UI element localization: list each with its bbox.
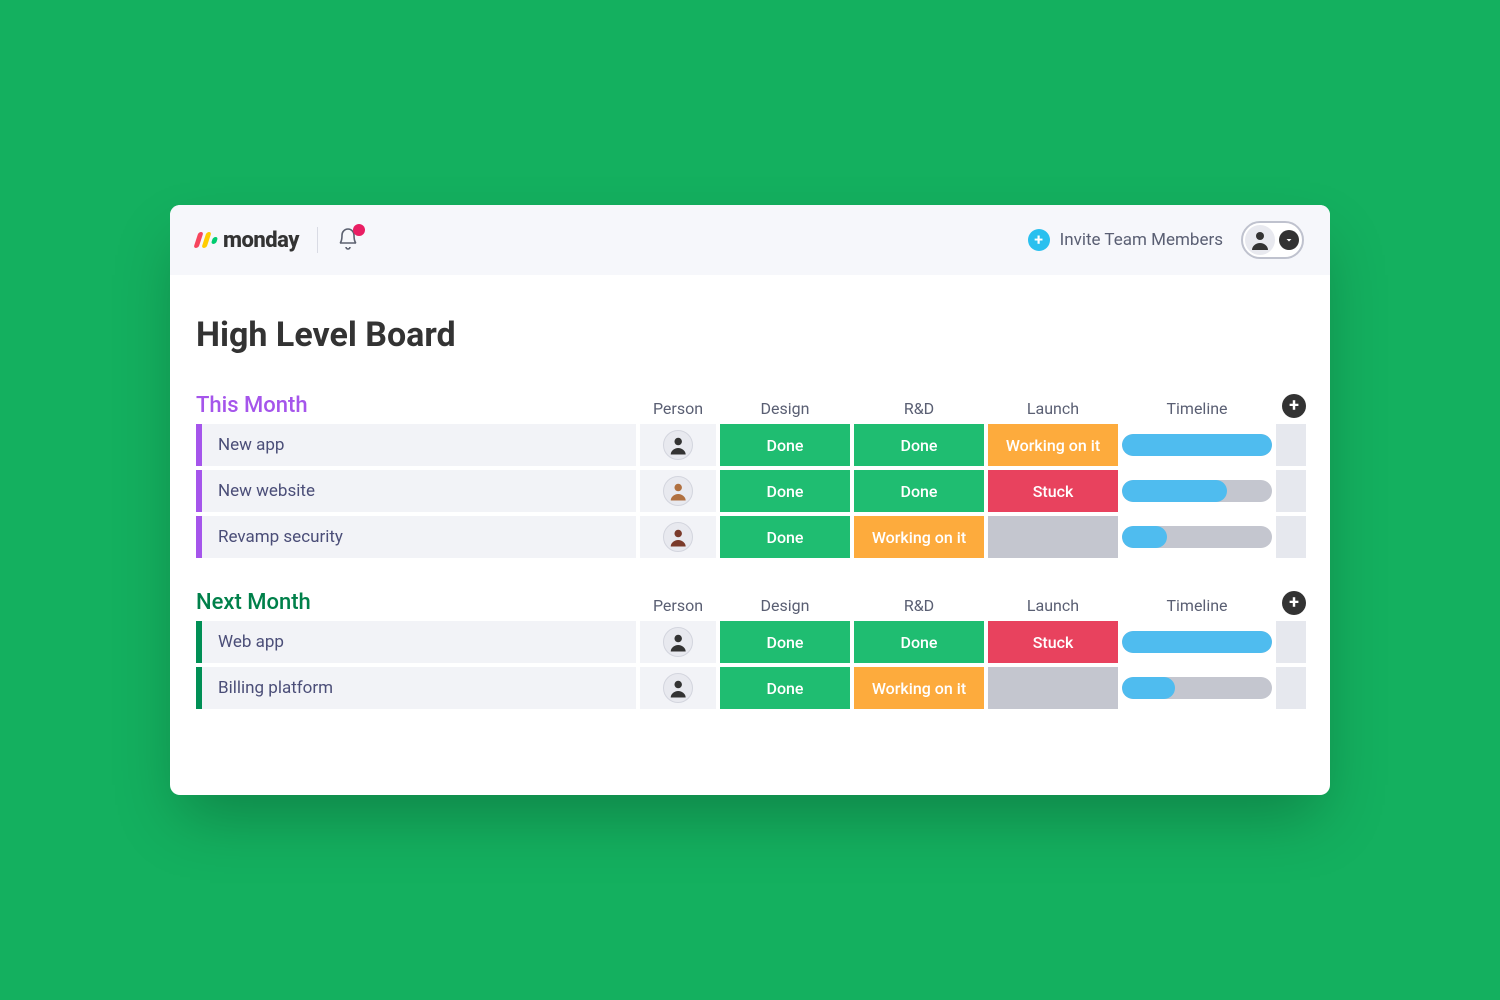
row-end [1276,516,1306,558]
person-avatar-icon [663,430,693,460]
add-column-button[interactable]: + [1282,591,1306,615]
app-window: monday + Invite Team Members [170,205,1330,795]
status-launch[interactable] [988,516,1118,558]
notification-dot-icon [353,224,365,236]
group-this-month: This Month Person Design R&D Launch Time… [196,393,1304,558]
timeline-fill [1122,526,1167,548]
timeline-cell[interactable] [1122,470,1272,512]
group-next-month: Next Month Person Design R&D Launch Time… [196,590,1304,709]
status-launch[interactable]: Working on it [988,424,1118,466]
group-title[interactable]: This Month [196,393,636,418]
invite-label: Invite Team Members [1060,230,1223,250]
person-avatar-icon [663,673,693,703]
logo-text: monday [223,228,299,253]
column-header-timeline[interactable]: Timeline [1122,399,1272,418]
person-avatar-icon [663,522,693,552]
status-design[interactable]: Done [720,470,850,512]
status-launch[interactable]: Stuck [988,470,1118,512]
table-row: Billing platform Done Working on it [196,667,1304,709]
add-column-button[interactable]: + [1282,394,1306,418]
column-header-design[interactable]: Design [720,596,850,615]
group-header: Next Month Person Design R&D Launch Time… [196,590,1304,621]
column-header-person[interactable]: Person [640,399,716,418]
board-body: High Level Board This Month Person Desig… [170,275,1330,795]
person-cell[interactable] [640,621,716,663]
header-divider [317,227,318,253]
row-end [1276,470,1306,512]
column-header-person[interactable]: Person [640,596,716,615]
notifications-button[interactable] [336,227,362,253]
row-end [1276,621,1306,663]
invite-team-button[interactable]: + Invite Team Members [1028,229,1223,251]
status-design[interactable]: Done [720,667,850,709]
timeline-fill [1122,677,1175,699]
timeline-fill [1122,480,1227,502]
logo[interactable]: monday [196,228,299,253]
column-header-rnd[interactable]: R&D [854,399,984,418]
table-row: Revamp security Done Working on it [196,516,1304,558]
status-rnd[interactable]: Working on it [854,516,984,558]
column-header-launch[interactable]: Launch [988,399,1118,418]
column-header-timeline[interactable]: Timeline [1122,596,1272,615]
row-end [1276,424,1306,466]
item-name-cell[interactable]: Billing platform [196,667,636,709]
person-cell[interactable] [640,516,716,558]
status-rnd[interactable]: Done [854,424,984,466]
user-menu[interactable] [1241,221,1304,259]
timeline-cell[interactable] [1122,667,1272,709]
person-avatar-icon [663,627,693,657]
column-header-rnd[interactable]: R&D [854,596,984,615]
group-title[interactable]: Next Month [196,590,636,615]
status-rnd[interactable]: Done [854,621,984,663]
group-header: This Month Person Design R&D Launch Time… [196,393,1304,424]
status-design[interactable]: Done [720,424,850,466]
status-launch[interactable] [988,667,1118,709]
logo-icon [196,232,217,248]
person-cell[interactable] [640,470,716,512]
person-avatar-icon [663,476,693,506]
table-row: New website Done Done Stuck [196,470,1304,512]
column-header-design[interactable]: Design [720,399,850,418]
status-design[interactable]: Done [720,621,850,663]
status-design[interactable]: Done [720,516,850,558]
item-name-cell[interactable]: New website [196,470,636,512]
table-row: New app Done Done Working on it [196,424,1304,466]
page-title: High Level Board [196,315,1304,355]
item-name-cell[interactable]: New app [196,424,636,466]
status-rnd[interactable]: Working on it [854,667,984,709]
timeline-fill [1122,631,1272,653]
timeline-cell[interactable] [1122,516,1272,558]
item-name-cell[interactable]: Web app [196,621,636,663]
timeline-cell[interactable] [1122,621,1272,663]
bell-icon [336,236,360,255]
user-avatar [1245,225,1275,255]
status-launch[interactable]: Stuck [988,621,1118,663]
plus-circle-icon: + [1028,229,1050,251]
timeline-cell[interactable] [1122,424,1272,466]
person-cell[interactable] [640,667,716,709]
timeline-fill [1122,434,1272,456]
status-rnd[interactable]: Done [854,470,984,512]
table-row: Web app Done Done Stuck [196,621,1304,663]
column-header-launch[interactable]: Launch [988,596,1118,615]
row-end [1276,667,1306,709]
item-name-cell[interactable]: Revamp security [196,516,636,558]
person-cell[interactable] [640,424,716,466]
chevron-down-icon [1279,230,1299,250]
header-bar: monday + Invite Team Members [170,205,1330,275]
